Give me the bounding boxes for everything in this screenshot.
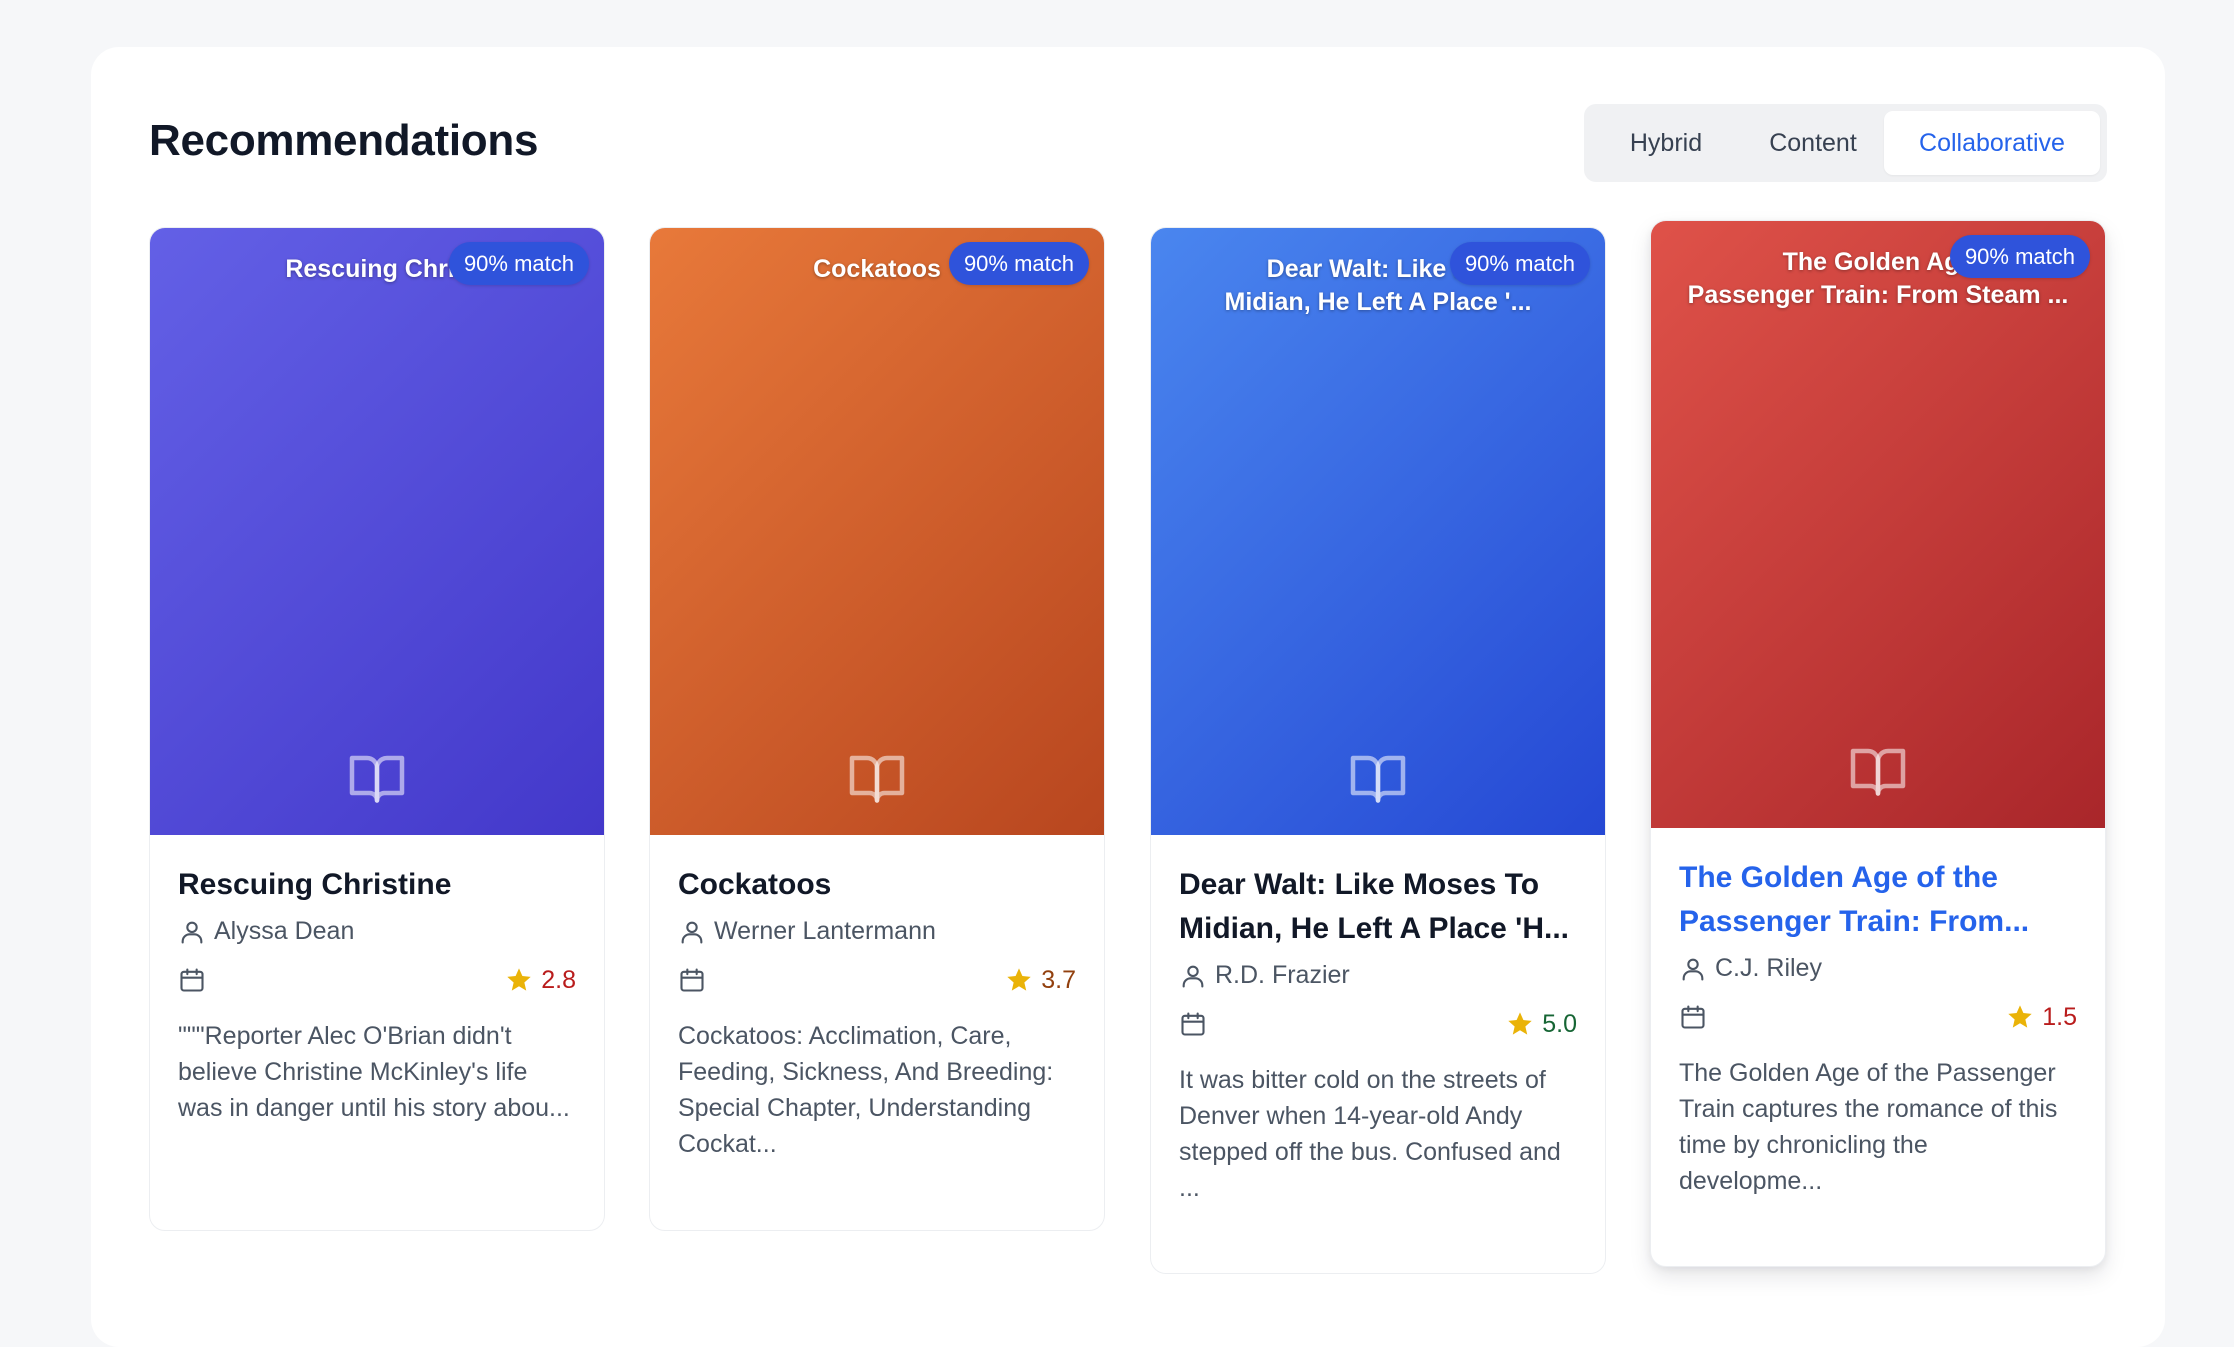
book-title[interactable]: Dear Walt: Like Moses To Midian, He Left… <box>1179 863 1577 951</box>
match-badge: 90% match <box>948 242 1089 285</box>
match-badge: 90% match <box>1449 242 1590 285</box>
rating-value: 2.8 <box>541 965 576 994</box>
tab-collaborative[interactable]: Collaborative <box>1884 111 2100 175</box>
meta-row: 3.7 <box>678 960 1076 1000</box>
book-description: The Golden Age of the Passenger Train ca… <box>1679 1059 2058 1195</box>
calendar-icon <box>680 968 704 992</box>
rating-value: 1.5 <box>2042 1002 2077 1031</box>
book-card[interactable]: Cockatoos 90% match Cockatoos Werner Lan… <box>649 227 1105 1231</box>
book-title[interactable]: Rescuing Christine <box>178 863 576 907</box>
star-icon <box>1508 1012 1532 1035</box>
user-icon <box>1682 958 1704 981</box>
meta-row: 1.5 <box>1679 997 2077 1037</box>
user-icon <box>1182 965 1204 988</box>
book-cover: Rescuing Chris 90% match <box>150 228 604 835</box>
recommendation-mode-tabs: Hybrid Content Collaborative <box>1584 104 2107 182</box>
rating-value: 3.7 <box>1041 965 1076 994</box>
meta-row: 5.0 <box>1179 1004 1577 1044</box>
calendar-icon <box>1181 1012 1205 1036</box>
author-row: Alyssa Dean <box>178 917 576 946</box>
book-card[interactable]: Rescuing Chris 90% match Rescuing Christ… <box>149 227 605 1231</box>
author-row: R.D. Frazier <box>1179 961 1577 990</box>
author-name: R.D. Frazier <box>1215 961 1350 989</box>
book-card[interactable]: The Golden Age Passenger Train: From Ste… <box>1650 220 2106 1267</box>
book-title[interactable]: The Golden Age of the Passenger Train: F… <box>1679 856 2077 944</box>
match-badge: 90% match <box>448 242 589 285</box>
book-cover: The Golden Age Passenger Train: From Ste… <box>1651 221 2105 828</box>
calendar-icon <box>180 968 204 992</box>
book-open-icon <box>849 755 905 803</box>
book-cover: Dear Walt: Like Mo Midian, He Left A Pla… <box>1151 228 1605 835</box>
book-description: """Reporter Alec O'Brian didn't believe … <box>178 1022 570 1122</box>
book-cover: Cockatoos 90% match <box>650 228 1104 835</box>
book-title[interactable]: Cockatoos <box>678 863 1076 907</box>
book-description: Cockatoos: Acclimation, Care, Feeding, S… <box>678 1022 1054 1158</box>
author-row: C.J. Riley <box>1679 954 2077 983</box>
rating-value: 5.0 <box>1542 1009 1577 1038</box>
tab-hybrid[interactable]: Hybrid <box>1590 111 1742 175</box>
author-name: Alyssa Dean <box>214 917 355 945</box>
user-icon <box>181 921 203 944</box>
author-name: Werner Lantermann <box>714 917 936 945</box>
calendar-icon <box>1681 1005 1705 1029</box>
star-icon <box>2008 1005 2032 1028</box>
star-icon <box>507 968 531 991</box>
tab-content[interactable]: Content <box>1742 111 1884 175</box>
rating: 2.8 <box>505 966 576 995</box>
author-name: C.J. Riley <box>1715 954 1822 982</box>
match-badge: 90% match <box>1949 235 2090 278</box>
book-open-icon <box>349 755 405 803</box>
book-open-icon <box>1850 748 1906 796</box>
star-icon <box>1007 968 1031 991</box>
rating: 1.5 <box>2006 1003 2077 1032</box>
page-title: Recommendations <box>149 116 539 165</box>
rating: 3.7 <box>1005 966 1076 995</box>
author-row: Werner Lantermann <box>678 917 1076 946</box>
meta-row: 2.8 <box>178 960 576 1000</box>
book-open-icon <box>1350 755 1406 803</box>
user-icon <box>681 921 703 944</box>
rating: 5.0 <box>1506 1010 1577 1039</box>
book-description: It was bitter cold on the streets of Den… <box>1179 1066 1561 1202</box>
book-card[interactable]: Dear Walt: Like Mo Midian, He Left A Pla… <box>1150 227 1606 1274</box>
